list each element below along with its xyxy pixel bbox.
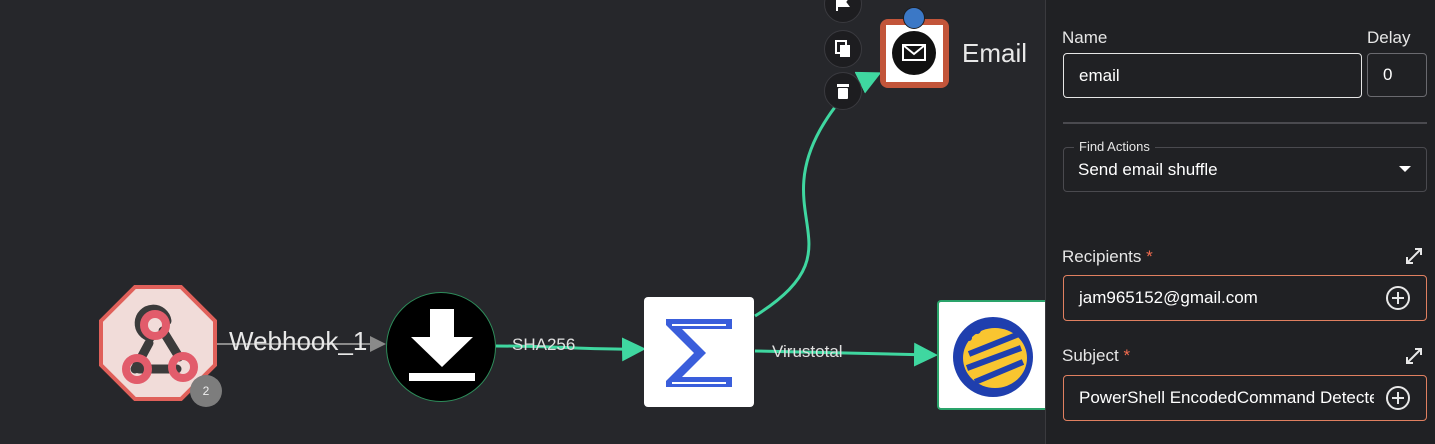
recipients-label-text: Recipients [1062, 247, 1142, 266]
email-node-handle[interactable] [903, 7, 925, 29]
sha256-edge-label: SHA256 [512, 335, 576, 354]
edge-shuffle-to-email[interactable] [754, 71, 882, 318]
subject-input[interactable]: PowerShell EncodedCommand Detected [1063, 375, 1427, 421]
flag-icon [836, 0, 850, 11]
email-node[interactable] [880, 19, 949, 88]
plus-icon [1392, 392, 1404, 404]
recipients-label: Recipients * [1062, 247, 1153, 267]
webhook-badge-count: 2 [202, 384, 210, 398]
webhook-node-label: Webhook_1 [229, 326, 368, 356]
recipients-add-button[interactable] [1386, 286, 1410, 310]
delay-label: Delay [1367, 28, 1411, 47]
email-icon [892, 31, 936, 75]
find-actions-value: Send email shuffle [1078, 160, 1218, 179]
recipients-required-mark: * [1146, 247, 1153, 266]
expand-icon[interactable] [1404, 246, 1424, 266]
find-actions-select[interactable]: Find Actions Send email shuffle [1063, 139, 1427, 192]
webhook-badge: 2 [190, 375, 222, 407]
name-label: Name [1062, 28, 1108, 47]
recipients-input-value: jam965152@gmail.com [1079, 288, 1258, 307]
virustotal-edge-label: Virustotal [772, 342, 843, 361]
copy-icon [835, 40, 850, 57]
virustotal-node[interactable] [937, 300, 1045, 410]
email-node-inner [886, 25, 943, 82]
subject-label-text: Subject [1062, 346, 1119, 365]
workflow-canvas[interactable]: 2 Webhook_1 SHA256 Virustotal Email [0, 0, 1045, 444]
download-icon [409, 309, 475, 381]
find-actions-label: Find Actions [1074, 139, 1155, 154]
recipients-input[interactable]: jam965152@gmail.com [1063, 275, 1427, 321]
subject-add-button[interactable] [1386, 386, 1410, 410]
sigma-icon [666, 319, 732, 387]
download-node[interactable] [386, 292, 496, 402]
action-settings-panel: Name Delay email 0 Find Actions Send ema… [1045, 0, 1435, 444]
subject-label: Subject * [1062, 346, 1130, 366]
copy-button[interactable] [824, 30, 862, 68]
subject-required-mark: * [1123, 346, 1131, 365]
delete-icon [837, 84, 849, 99]
expand-icon[interactable] [1404, 346, 1424, 366]
panel-divider [1063, 122, 1427, 124]
name-input[interactable]: email [1063, 53, 1362, 98]
name-input-value: email [1079, 65, 1120, 85]
shuffle-tools-node[interactable] [644, 297, 754, 407]
delay-input-value: 0 [1383, 65, 1393, 84]
email-node-label: Email [962, 38, 1028, 68]
virustotal-icon [953, 317, 1033, 397]
delete-button[interactable] [824, 72, 862, 110]
subject-input-value: PowerShell EncodedCommand Detected [1079, 388, 1374, 407]
plus-icon [1392, 292, 1404, 304]
chevron-down-icon [1399, 166, 1411, 172]
delay-input[interactable]: 0 [1367, 53, 1427, 97]
webhook-node[interactable]: 2 [99, 285, 222, 407]
